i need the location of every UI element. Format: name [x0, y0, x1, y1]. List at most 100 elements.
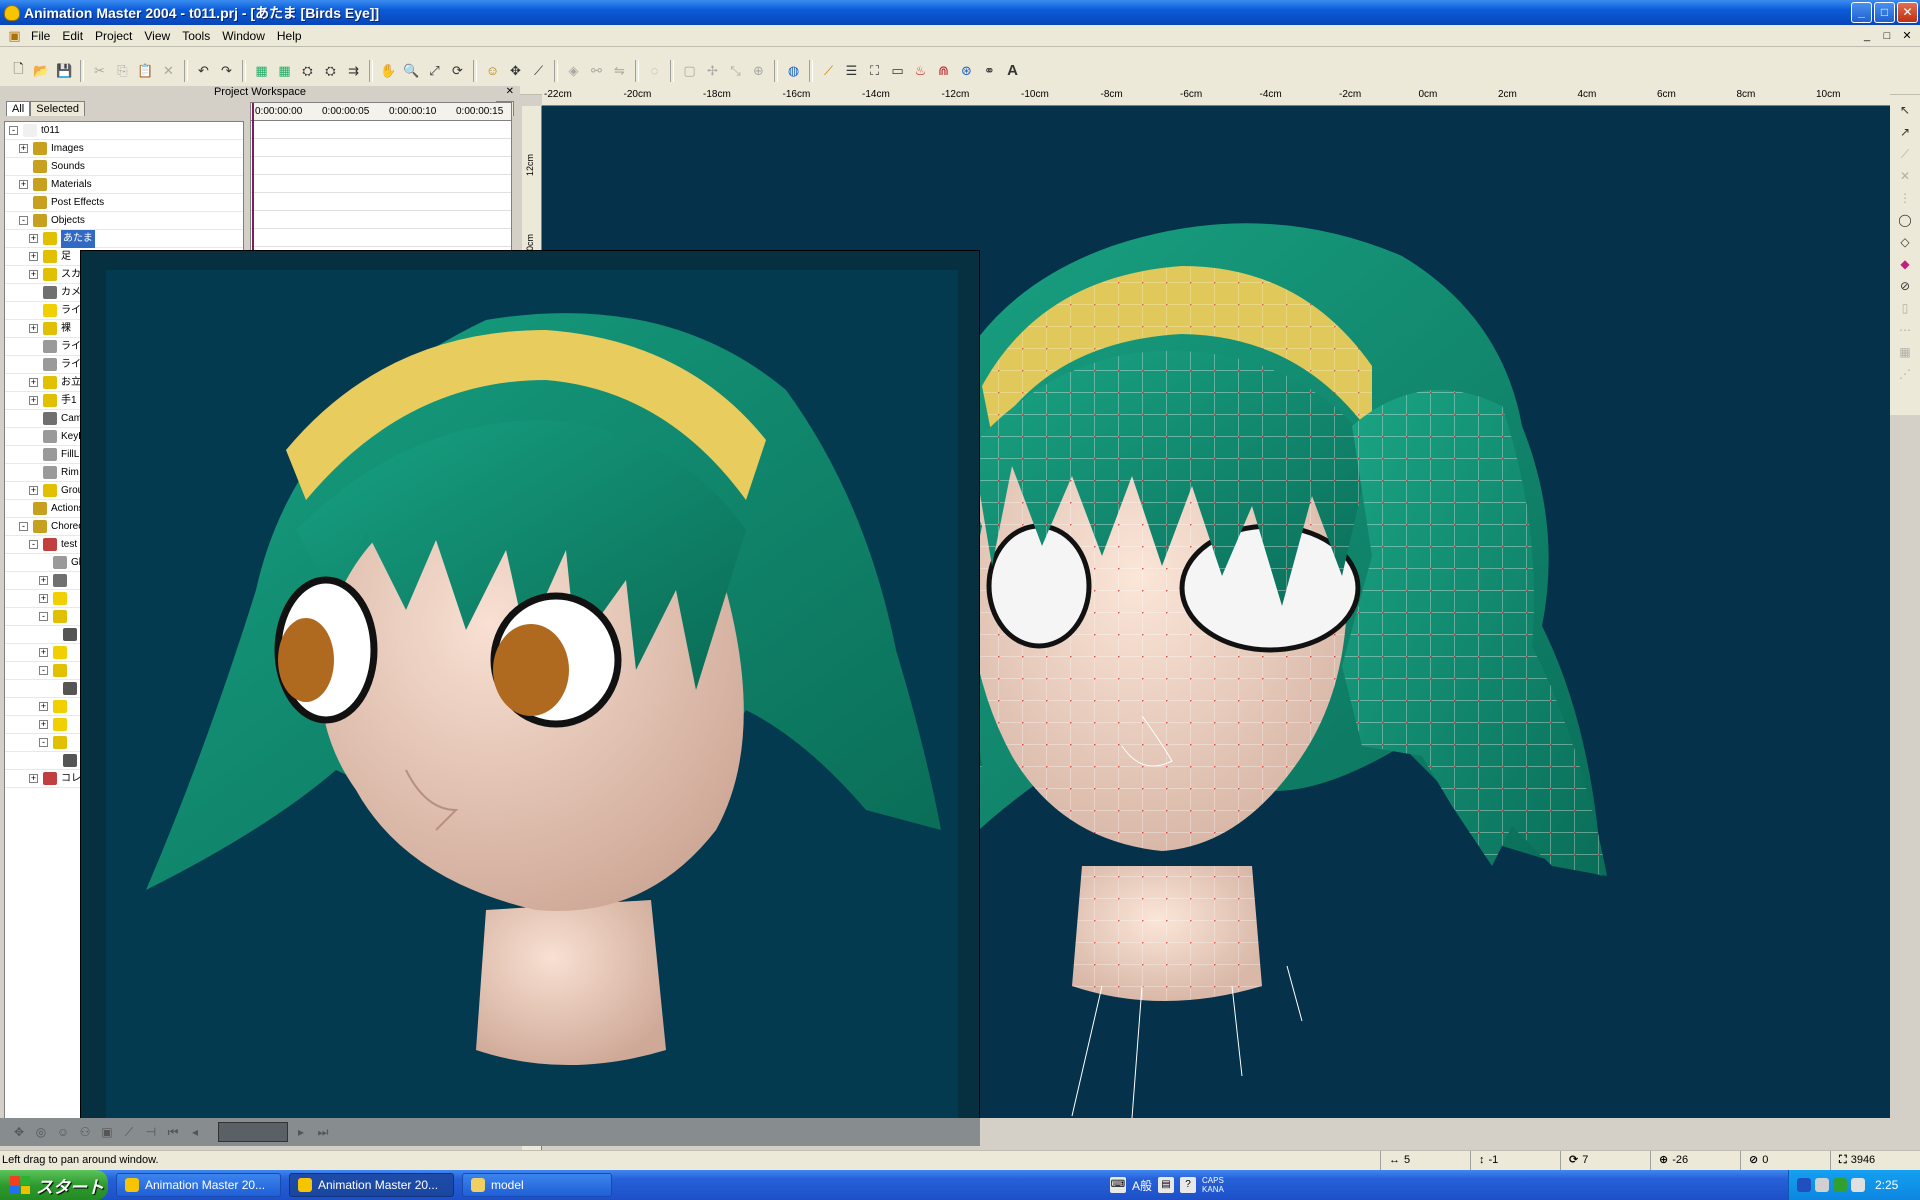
pose-icon[interactable]: ⚇ — [76, 1123, 94, 1141]
cut-icon[interactable]: ✂ — [89, 60, 110, 81]
ik-icon[interactable]: ▭ — [887, 60, 908, 81]
menu-edit[interactable]: Edit — [56, 26, 89, 46]
pan-hand-icon[interactable]: ✋ — [378, 60, 399, 81]
dots-icon[interactable]: ⋰ — [1896, 365, 1914, 383]
record-icon[interactable]: ▣ — [98, 1123, 116, 1141]
expand-icon[interactable]: + — [29, 396, 38, 405]
collapse-icon[interactable]: - — [19, 522, 28, 531]
start-button[interactable]: スタート — [0, 1170, 108, 1200]
taskbar-button[interactable]: Animation Master 20... — [116, 1173, 281, 1197]
line-icon[interactable]: ⟋ — [120, 1123, 138, 1141]
open-icon[interactable]: 📂 — [31, 60, 52, 81]
move-icon[interactable]: ✢ — [702, 60, 723, 81]
tree-item[interactable]: Sounds — [5, 158, 243, 176]
undo-icon[interactable]: ↶ — [193, 60, 214, 81]
new-action-icon[interactable]: ▦ — [274, 60, 295, 81]
delete-icon[interactable]: ✕ — [158, 60, 179, 81]
zoom-icon[interactable]: 🔍 — [401, 60, 422, 81]
expand-icon[interactable]: + — [29, 378, 38, 387]
expand-icon[interactable]: + — [39, 720, 48, 729]
lock-icon[interactable]: ▯ — [1896, 299, 1914, 317]
link-icon[interactable]: ⚭ — [979, 60, 1000, 81]
turn-icon[interactable]: ⟳ — [447, 60, 468, 81]
mdi-restore-button[interactable]: □ — [1878, 28, 1896, 44]
expand-icon[interactable]: + — [39, 594, 48, 603]
tree-item[interactable]: Post Effects — [5, 194, 243, 212]
menu-help[interactable]: Help — [271, 26, 308, 46]
list-icon[interactable]: ☰ — [841, 60, 862, 81]
bone-icon[interactable]: ⊣ — [142, 1123, 160, 1141]
menu-file[interactable]: File — [25, 26, 56, 46]
ime-dictionary-icon[interactable]: ▤ — [1158, 1177, 1175, 1193]
rotate-icon[interactable]: ⊕ — [748, 60, 769, 81]
collapse-icon[interactable]: - — [19, 216, 28, 225]
menu-view[interactable]: View — [138, 26, 176, 46]
new-model-icon[interactable]: ▦ — [251, 60, 272, 81]
expand-icon[interactable]: + — [29, 252, 38, 261]
tree-item[interactable]: + あたま — [5, 230, 243, 248]
expand-icon[interactable]: + — [29, 234, 38, 243]
redo-icon[interactable]: ↷ — [216, 60, 237, 81]
time-cursor[interactable] — [252, 103, 254, 268]
expand-icon[interactable]: + — [19, 144, 28, 153]
play-reverse-icon[interactable]: ⏮ — [164, 1123, 182, 1141]
expand-icon[interactable]: + — [19, 180, 28, 189]
taskbar-button[interactable]: Animation Master 20... — [289, 1173, 454, 1197]
ime-help-icon[interactable]: ? — [1180, 1177, 1197, 1193]
break-icon[interactable]: ⟋ — [1896, 145, 1914, 163]
collapse-icon[interactable]: - — [29, 540, 38, 549]
render-icon[interactable]: ⇉ — [343, 60, 364, 81]
clock[interactable]: 2:25 — [1875, 1178, 1898, 1192]
menu-window[interactable]: Window — [216, 26, 271, 46]
restore-button[interactable]: □ — [1874, 2, 1895, 23]
zoom-fit-icon[interactable]: ⤢ — [424, 60, 445, 81]
lathe-icon[interactable]: ◌ — [644, 60, 665, 81]
collapse-icon[interactable]: - — [39, 738, 48, 747]
collapse-icon[interactable]: - — [39, 612, 48, 621]
mdi-minimize-button[interactable]: _ — [1858, 28, 1876, 44]
figure-icon[interactable]: ☺ — [54, 1123, 72, 1141]
nav-icon[interactable]: ✥ — [10, 1123, 28, 1141]
add-point-icon[interactable]: ↗ — [1896, 123, 1914, 141]
step-back-icon[interactable]: ◂ — [186, 1123, 204, 1141]
menu-tools[interactable]: Tools — [176, 26, 216, 46]
copy-icon[interactable]: ⎘ — [112, 60, 133, 81]
lasso-icon[interactable]: ⛶ — [864, 60, 885, 81]
lasso-select-icon[interactable]: ◯ — [1896, 211, 1914, 229]
step-forward-icon[interactable]: ▸ — [292, 1123, 310, 1141]
magnet-icon[interactable]: ⋒ — [933, 60, 954, 81]
tab-selected[interactable]: Selected — [30, 101, 86, 116]
bounding-box-icon[interactable]: ▢ — [679, 60, 700, 81]
light-icon[interactable]: ♨ — [910, 60, 931, 81]
collapse-icon[interactable]: - — [9, 126, 18, 135]
spline-icon[interactable]: ⟋ — [818, 60, 839, 81]
sphere-icon[interactable]: ⊛ — [956, 60, 977, 81]
constraint-icon[interactable]: ⚯ — [586, 60, 607, 81]
collapse-icon[interactable]: - — [39, 666, 48, 675]
frame-field[interactable] — [218, 1122, 288, 1142]
expand-icon[interactable]: + — [39, 648, 48, 657]
expand-icon[interactable]: + — [29, 270, 38, 279]
document-icon[interactable]: ▣ — [4, 25, 25, 46]
group-icon[interactable]: ◇ — [1896, 233, 1914, 251]
keyboard-icon[interactable]: ⌨ — [1110, 1177, 1126, 1193]
new-choreography-icon[interactable]: ⛭ — [297, 60, 318, 81]
expand-icon[interactable]: + — [29, 486, 38, 495]
muscle-mode-icon[interactable]: ✥ — [505, 60, 526, 81]
bone-mode-icon[interactable]: ⟋ — [528, 60, 549, 81]
globe-icon[interactable]: ◍ — [783, 60, 804, 81]
expand-icon[interactable]: + — [29, 324, 38, 333]
select-arrow-icon[interactable]: ↖ — [1896, 101, 1914, 119]
insert-icon[interactable]: ✕ — [1896, 167, 1914, 185]
new-icon[interactable]: 🗋 — [8, 60, 29, 81]
skeletal-mode-icon[interactable]: ☺ — [482, 60, 503, 81]
paste-icon[interactable]: 📋 — [135, 60, 156, 81]
target-icon[interactable]: ◎ — [32, 1123, 50, 1141]
mirror-icon[interactable]: ⇋ — [609, 60, 630, 81]
hook-icon[interactable]: ⊘ — [1896, 277, 1914, 295]
expand-icon[interactable]: + — [39, 576, 48, 585]
paint-icon[interactable]: ◆ — [1896, 255, 1914, 273]
minimize-button[interactable]: _ — [1851, 2, 1872, 23]
save-icon[interactable]: 💾 — [54, 60, 75, 81]
extrude-icon[interactable]: ⋮ — [1896, 189, 1914, 207]
